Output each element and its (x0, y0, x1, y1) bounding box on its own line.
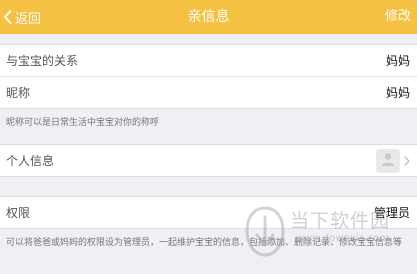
avatar-placeholder-icon (380, 151, 396, 171)
personal-info-label: 个人信息 (6, 154, 55, 168)
page-title: 亲信息 (187, 9, 230, 25)
personal-info-group: 个人信息 (0, 144, 417, 177)
nickname-label: 昵称 (6, 86, 31, 100)
edit-button[interactable]: 修改 (385, 0, 411, 34)
nickname-hint: 昵称可以是日常生活中宝宝对你的称呼 (6, 118, 160, 128)
relation-nickname-group: 与宝宝的关系 妈妈 昵称 妈妈 (0, 44, 417, 109)
permission-hint: 可以将爸爸或妈妈的权限设为管理员，一起维护宝宝的信息，包括添加、删除记录、修改宝… (6, 238, 403, 248)
navigation-bar: 返回 亲信息 修改 (0, 0, 417, 34)
permission-group: 权限 管理员 (0, 196, 417, 229)
permission-label: 权限 (6, 206, 31, 220)
relation-label: 与宝宝的关系 (6, 54, 79, 68)
personal-info-row[interactable]: 个人信息 (0, 145, 417, 176)
avatar[interactable] (376, 148, 400, 173)
permission-value: 管理员 (373, 206, 410, 220)
permission-row[interactable]: 权限 管理员 (0, 197, 417, 228)
relation-row[interactable]: 与宝宝的关系 妈妈 (0, 45, 417, 76)
chevron-right-icon (404, 155, 410, 166)
nickname-row[interactable]: 昵称 妈妈 (0, 76, 417, 108)
nickname-value: 妈妈 (385, 86, 410, 100)
relation-value: 妈妈 (385, 54, 410, 68)
